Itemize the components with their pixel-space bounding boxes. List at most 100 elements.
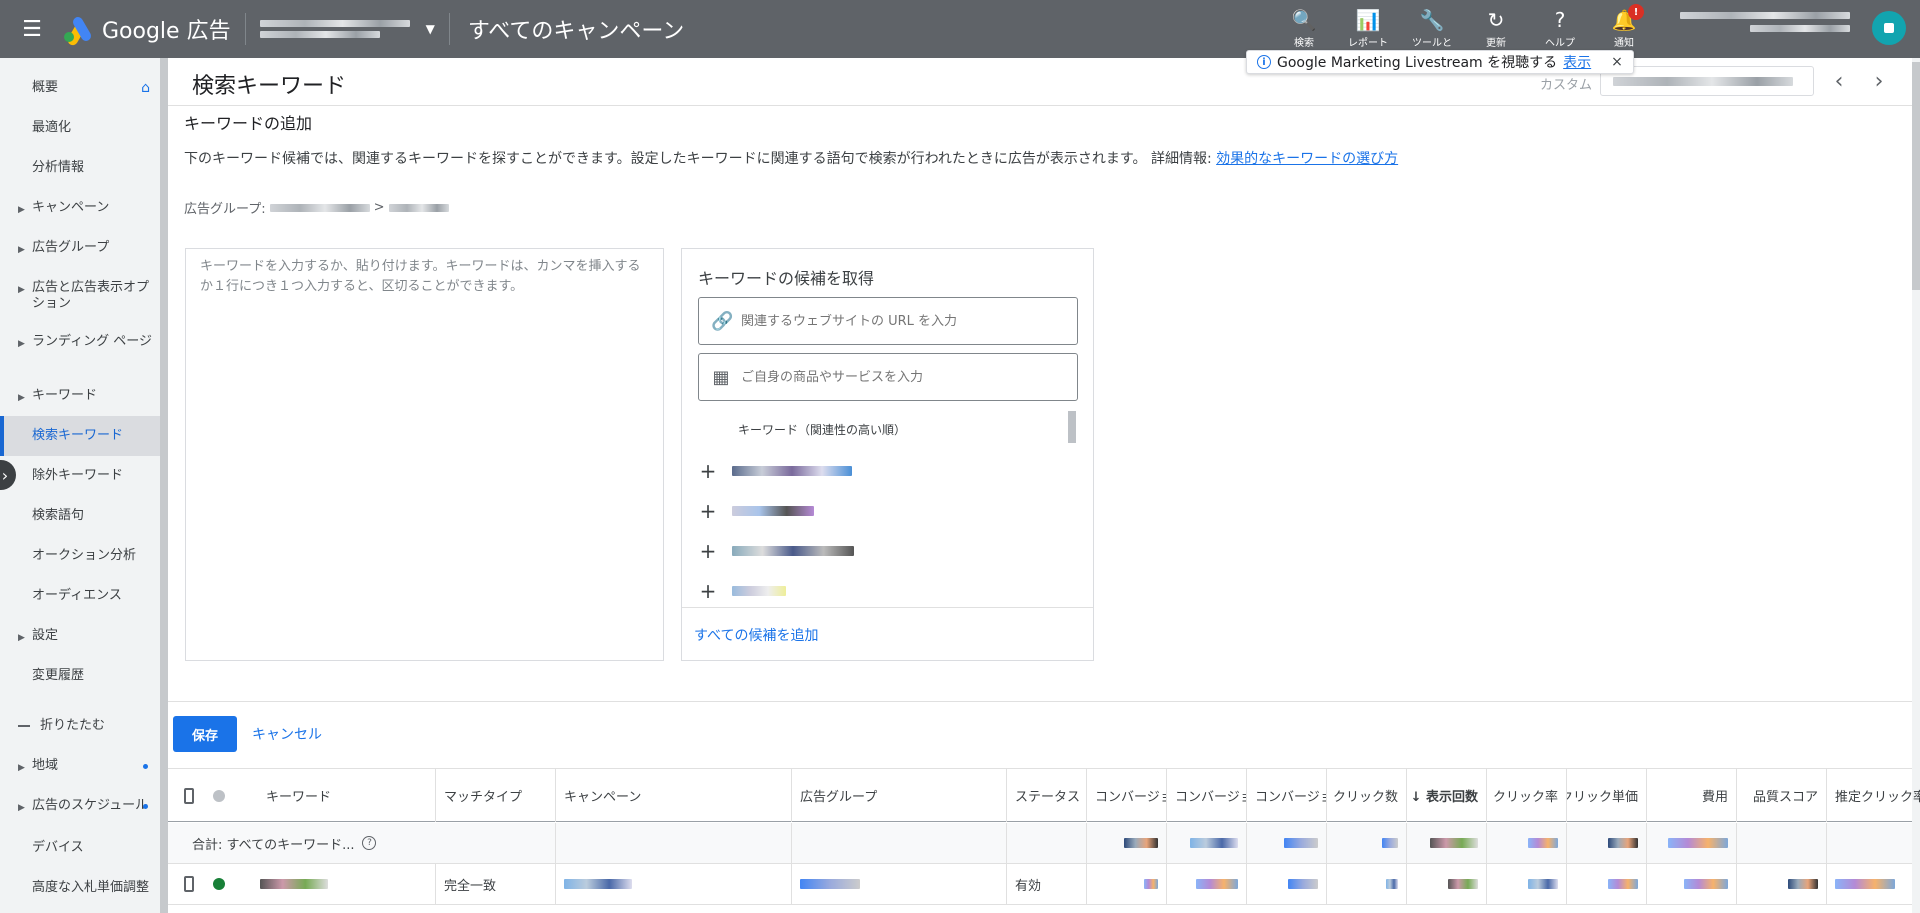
sidebar-item[interactable]: ▶ キーワード [0,388,160,404]
sidebar-item[interactable]: ▶ 広告グループ [0,240,160,256]
sidebar-item[interactable]: オークション分析 [0,548,160,564]
col-cost[interactable]: 費用 [1647,769,1737,822]
add-icon[interactable]: + [698,539,718,563]
sidebar-item[interactable]: 最適化 [0,120,160,136]
table-cell [1487,823,1567,863]
sidebar-item[interactable]: 除外キーワード [0,468,160,484]
keyword-cell[interactable] [236,864,436,904]
col-keyword[interactable]: キーワード [236,769,436,822]
indicator-dot [143,764,148,769]
sidebar-item[interactable]: オーディエンス [0,588,160,604]
table-cell [1487,864,1567,904]
table-cell [1167,864,1247,904]
suggestions-list-header: キーワード（関連性の高い順） [738,423,907,437]
help-icon[interactable]: ? [362,836,377,850]
section-title: キーワードの追加 [184,114,313,133]
add-icon[interactable]: + [698,499,718,523]
chevron-left-icon[interactable]: ‹ [1824,66,1854,96]
product-service-field[interactable]: ▦ [698,353,1078,401]
col-avg-cpc[interactable]: 平均クリック単価 [1567,769,1647,822]
col-clicks[interactable]: クリック数 [1327,769,1407,822]
col-conversions-3[interactable]: コンバージョン [1247,769,1327,822]
sidebar-item[interactable]: ▶ 広告のスケジュール [0,798,160,814]
sidebar-item-label: 変更履歴 [32,668,85,683]
sidebar-item[interactable]: ▶ 地域 [0,758,160,774]
col-conversions-1[interactable]: コンバージョン [1087,769,1167,822]
sidebar-item-label: 概要 [32,80,59,95]
col-campaign[interactable]: キャンペーン [556,769,792,822]
sidebar-item[interactable]: 検索語句 [0,508,160,524]
save-button[interactable]: 保存 [173,716,237,752]
row-checkbox[interactable] [168,864,202,904]
col-status[interactable]: ステータス [1007,769,1087,822]
chevron-right-icon[interactable]: › [1864,66,1894,96]
add-icon[interactable]: + [698,579,718,603]
account-selector[interactable] [259,13,420,45]
chevron-down-icon[interactable]: ▼ [426,22,435,36]
notification-badge: ! [1628,4,1644,20]
close-icon[interactable]: × [1611,54,1623,70]
col-conversions-2[interactable]: コンバージョン [1167,769,1247,822]
sidebar-item-label: 地域 [32,758,59,773]
livestream-banner: i Google Marketing Livestream を視聴する 表示 × [1246,50,1634,74]
match-type-cell: 完全一致 [436,864,556,904]
sidebar-nav: 概要 ⌂ 最適化分析情報 ▶ キャンペーン ▶ 広告グループ ▶ 広告と広告表示オプション ▶ ラン… [0,58,160,913]
select-all-checkbox[interactable] [168,769,202,822]
suggestion-row: + [698,459,1058,483]
status-dot[interactable] [202,864,236,904]
sidebar-item[interactable]: ▶ 広告と広告表示オプション [0,280,160,312]
table-cell [556,823,792,863]
banner-text: Google Marketing Livestream を視聴する [1277,55,1558,71]
col-ctr[interactable]: クリック率 [1487,769,1567,822]
sidebar-item[interactable]: ▶ キャンペーン [0,200,160,216]
sidebar-item[interactable]: 分析情報 [0,160,160,176]
building-icon: ▦ [712,366,730,388]
status-cell: 有効 [1007,864,1087,904]
suggestions-scrollbar[interactable] [1068,411,1076,443]
campaign-cell[interactable] [556,864,792,904]
sidebar-item-label: オークション分析 [32,548,137,563]
table-row[interactable]: 完全一致 有効 [168,864,1912,905]
main-content: 検索キーワード カスタム ‹ › キーワードの追加 下のキーワード候補では、関連… [168,58,1920,913]
sidebar-item[interactable]: ▶ ランディング ページ [0,334,160,350]
product-service-input[interactable] [741,369,1061,385]
google-ads-logo-icon [64,15,94,47]
product-name: Google 広告 [102,19,231,44]
search-icon: 🔍 [1291,8,1317,32]
table-cell [1407,864,1487,904]
add-icon[interactable]: + [698,459,718,483]
col-expected-ctr[interactable]: 推定クリック率 [1827,769,1920,822]
chevron-right-icon: ▶ [18,285,25,295]
sidebar-scrollbar[interactable] [160,58,168,913]
table-cell [1407,823,1487,863]
col-match-type[interactable]: マッチタイプ [436,769,556,822]
sidebar-item[interactable]: 検索キーワード [0,416,160,456]
keyword-tips-link[interactable]: 効果的なキーワードの選び方 [1216,151,1398,167]
website-url-input[interactable] [741,313,1061,329]
sidebar-item[interactable]: 概要 ⌂ [0,80,160,96]
avatar[interactable] [1872,11,1906,45]
account-info[interactable] [1680,12,1850,32]
google-ads-logo[interactable]: Google 広告 [64,13,231,47]
keyword-input[interactable] [185,248,664,661]
col-ad-group[interactable]: 広告グループ [792,769,1007,822]
sidebar-item[interactable]: ▶ 設定 [0,628,160,644]
ad-group-cell[interactable] [792,864,1007,904]
sidebar-item[interactable]: 折りたたむ [0,718,160,734]
sidebar-item-label: デバイス [32,840,84,855]
sidebar-item[interactable]: 高度な入札単価調整 [0,880,160,896]
sidebar-item-label: 設定 [32,628,59,643]
report-icon: 📊 [1355,8,1381,32]
banner-view-link[interactable]: 表示 [1563,52,1591,72]
table-cell [1737,864,1827,904]
sidebar-item[interactable]: デバイス [0,840,160,856]
add-all-suggestions-link[interactable]: すべての候補を追加 [694,625,818,645]
col-impressions[interactable]: ↓ 表示回数 [1407,769,1487,822]
cancel-button[interactable]: キャンセル [252,724,322,744]
sidebar-item[interactable]: 変更履歴 [0,668,160,684]
col-quality-score[interactable]: 品質スコア [1737,769,1827,822]
website-url-field[interactable]: 🔗 [698,297,1078,345]
toolbar-label: レポート [1348,38,1388,49]
page-title: 検索キーワード [192,74,347,99]
hamburger-menu-icon[interactable]: ☰ [0,0,64,58]
